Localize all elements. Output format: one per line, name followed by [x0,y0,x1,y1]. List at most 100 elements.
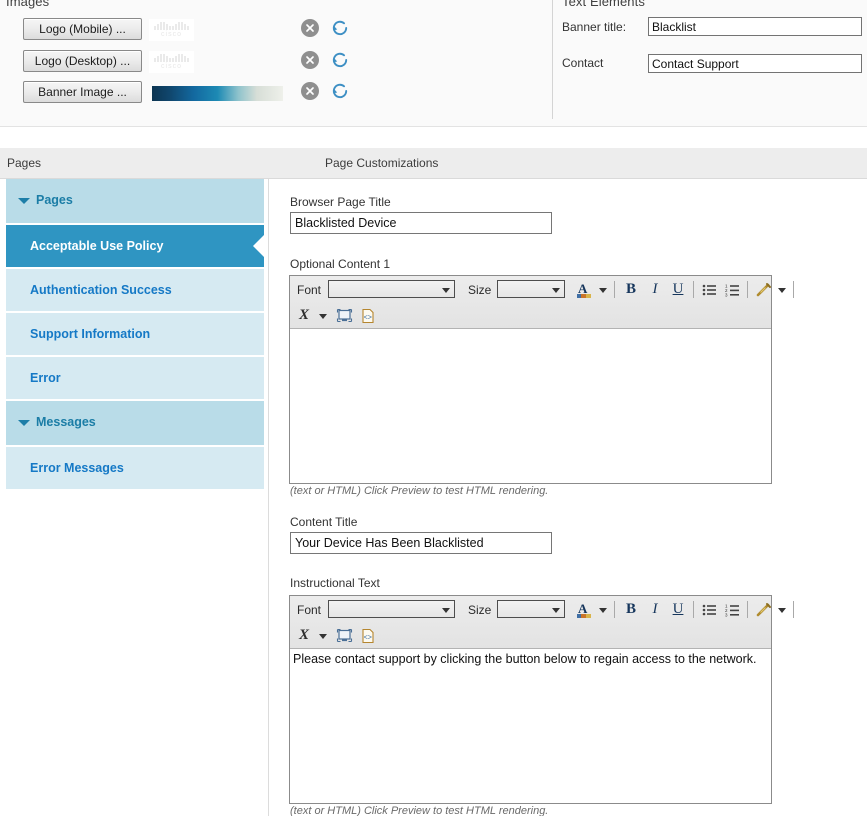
contact-label: Contact [562,56,604,70]
size-label: Size [468,603,492,617]
bulleted-list-icon[interactable] [700,599,718,620]
toolbar-separator [693,281,694,298]
logo-mobile-file-button[interactable]: Logo (Mobile) ... [23,18,142,40]
chevron-down-icon [442,608,450,613]
page-customizations-form: Browser Page Title Optional Content 1 Fo… [269,179,867,816]
font-select[interactable] [328,600,455,618]
font-color-icon[interactable]: A [574,279,594,300]
browser-page-title-label: Browser Page Title [290,195,391,209]
sidebar-item-authentication-success[interactable]: Authentication Success [6,269,264,311]
font-color-dropdown-caret[interactable] [599,288,607,293]
optional-content-1-body[interactable] [290,329,771,483]
bold-icon[interactable]: B [622,599,640,620]
svg-text:<>: <> [364,314,372,322]
source-code-icon[interactable]: <> [358,625,378,646]
pages-sidebar: Pages Acceptable Use Policy Authenticati… [0,179,269,816]
cisco-logo-thumbnail: cisco [149,51,194,73]
svg-text:A: A [578,601,588,616]
preview-icon[interactable] [334,625,354,646]
selection-notch-icon [253,235,264,257]
link-icon[interactable] [753,599,773,620]
italic-icon[interactable]: I [646,279,664,300]
browser-page-title-input[interactable] [290,212,552,234]
link-icon[interactable] [753,279,773,300]
underline-icon[interactable]: U [669,599,687,620]
content-title-label: Content Title [290,515,358,529]
sidebar-item-error-messages[interactable]: Error Messages [6,447,264,489]
toolbar-separator [793,281,794,298]
page-root: Images Text Elements Logo (Mobile) ... c… [0,0,867,816]
italic-icon[interactable]: I [646,599,664,620]
banner-gradient-thumbnail [152,86,283,101]
logo-desktop-file-button[interactable]: Logo (Desktop) ... [23,50,142,72]
toolbar-separator [614,281,615,298]
editor-toolbar-row-1: Font Size A B I U 1 2 3 [290,277,794,303]
sidebar-item-label: Acceptable Use Policy [30,239,164,253]
page-customizations-title: Page Customizations [325,156,439,170]
link-dropdown-caret[interactable] [778,608,786,613]
top-settings-panel: Images Text Elements Logo (Mobile) ... c… [0,0,867,127]
sidebar-item-label: Error Messages [30,461,124,475]
size-select[interactable] [497,600,565,618]
optional-content-1-editor: Font Size A B I U 1 2 3 X <> [289,275,794,484]
font-color-dropdown-caret[interactable] [599,608,607,613]
cisco-logo-thumbnail: cisco [149,19,194,41]
sidebar-item-label: Error [30,371,61,385]
link-dropdown-caret[interactable] [778,288,786,293]
numbered-list-icon[interactable]: 1 2 3 [723,599,741,620]
close-circle-icon[interactable] [301,82,319,100]
banner-image-file-button[interactable]: Banner Image ... [23,81,142,103]
optional-content-1-label: Optional Content 1 [290,257,391,271]
clear-formatting-dropdown-caret[interactable] [319,634,327,639]
font-label: Font [297,283,322,297]
toolbar-separator [614,601,615,618]
numbered-list-icon[interactable]: 1 2 3 [723,279,741,300]
toolbar-separator [793,601,794,618]
size-label: Size [468,283,492,297]
chevron-down-icon [552,608,560,613]
toolbar-separator [693,601,694,618]
sidebar-group-label: Pages [36,193,73,207]
instructional-text-body[interactable]: Please contact support by clicking the b… [290,649,771,803]
chevron-down-icon [18,420,30,426]
underline-icon[interactable]: U [669,279,687,300]
editor-toolbar: Font Size A B I U 1 2 3 X <> [290,276,794,329]
size-select[interactable] [497,280,565,298]
chevron-down-icon [552,288,560,293]
content-title-input[interactable] [290,532,552,554]
sidebar-item-support-information[interactable]: Support Information [6,313,264,355]
editor-toolbar: Font Size A B I U 1 2 3 X <> [290,596,794,649]
toolbar-separator [747,281,748,298]
refresh-icon[interactable] [330,81,350,101]
sidebar-group-label: Messages [36,415,96,429]
contact-input[interactable] [648,54,862,73]
bold-icon[interactable]: B [622,279,640,300]
svg-text:3: 3 [725,612,728,617]
sidebar-item-label: Authentication Success [30,283,172,297]
editor-toolbar-row-1: Font Size A B I U 1 2 3 [290,597,794,623]
banner-title-input[interactable] [648,17,862,36]
close-circle-icon[interactable] [301,51,319,69]
sidebar-group-pages[interactable]: Pages [6,179,264,223]
font-select[interactable] [328,280,455,298]
sidebar-group-messages[interactable]: Messages [6,401,264,445]
refresh-icon[interactable] [330,18,350,38]
preview-icon[interactable] [334,305,354,326]
instructional-text-editor: Font Size A B I U 1 2 3 X <> Please cont… [289,595,794,804]
clear-formatting-icon[interactable]: X [295,625,313,646]
editor-toolbar-row-2: X <> [290,303,771,329]
clear-formatting-icon[interactable]: X [295,305,313,326]
font-color-icon[interactable]: A [574,599,594,620]
close-circle-icon[interactable] [301,19,319,37]
refresh-icon[interactable] [330,50,350,70]
bulleted-list-icon[interactable] [700,279,718,300]
source-code-icon[interactable]: <> [358,305,378,326]
editor-toolbar-row-2: X <> [290,623,771,649]
sidebar-item-error[interactable]: Error [6,357,264,399]
svg-text:A: A [578,281,588,296]
svg-text:3: 3 [725,292,728,297]
optional-content-1-hint: (text or HTML) Click Preview to test HTM… [290,485,549,497]
panel-divider [552,0,553,119]
clear-formatting-dropdown-caret[interactable] [319,314,327,319]
sidebar-item-acceptable-use-policy[interactable]: Acceptable Use Policy [6,225,264,267]
